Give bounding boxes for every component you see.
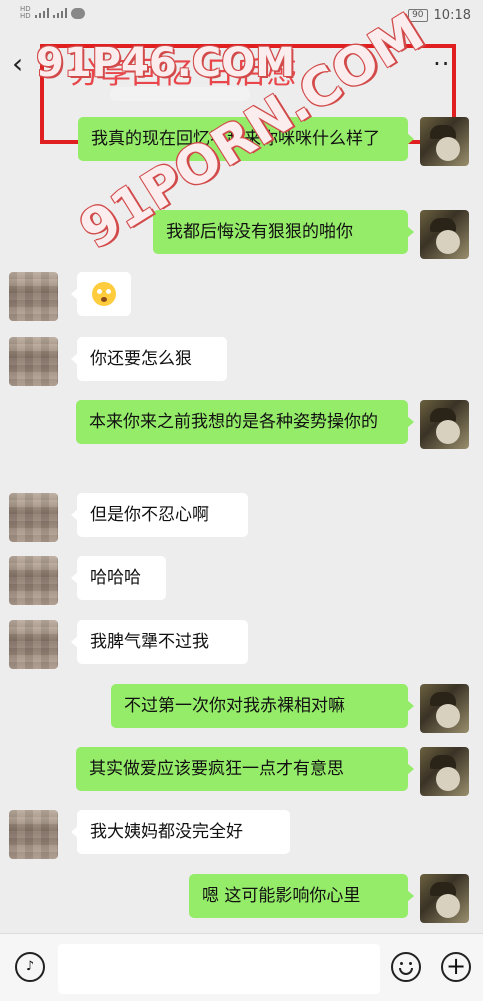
signal-1: HD HD xyxy=(20,6,31,20)
contact-avatar[interactable] xyxy=(9,620,58,669)
received-bubble[interactable]: 但是你不忍心啊 xyxy=(71,493,248,537)
status-right: 90 10:18 xyxy=(408,8,471,23)
received-bubble[interactable]: 我大姨妈都没完全好 xyxy=(71,810,290,854)
hd-badge-2: HD xyxy=(20,12,31,20)
sent-bubble[interactable]: 嗯 这可能影响你心里 xyxy=(189,874,414,918)
signal-bars-icon-2 xyxy=(52,8,67,18)
chevron-left-icon[interactable]: ‹ xyxy=(12,50,36,80)
notification-icon xyxy=(70,7,85,19)
received-bubble[interactable]: 哈哈哈 xyxy=(71,556,166,600)
battery-icon: 90 xyxy=(408,9,428,22)
received-bubble[interactable] xyxy=(71,272,131,316)
contact-avatar[interactable] xyxy=(9,337,58,386)
plus-icon[interactable]: + xyxy=(441,952,471,982)
contact-avatar[interactable] xyxy=(9,272,58,321)
flushed-face-icon xyxy=(92,282,116,306)
sent-bubble[interactable]: 不过第一次你对我赤裸相对嘛 xyxy=(111,684,414,728)
signal-bars-icon xyxy=(34,8,49,18)
my-avatar[interactable] xyxy=(420,210,469,259)
signal-group: HD HD xyxy=(20,6,85,20)
sent-bubble[interactable]: 本来你来之前我想的是各种姿势操你的 xyxy=(76,400,414,444)
voice-icon[interactable]: ♪ xyxy=(15,952,45,982)
my-avatar[interactable] xyxy=(420,747,469,796)
sent-bubble[interactable]: 我真的现在回忆不起来你咪咪什么样了 xyxy=(78,117,414,161)
received-bubble[interactable]: 我脾气犟不过我 xyxy=(71,620,248,664)
status-bar: HD HD 90 10:18 xyxy=(0,0,483,30)
chat-header: ‹ 分享回忆 日后感 ··· xyxy=(0,36,483,144)
clock: 10:18 xyxy=(433,8,471,23)
input-bar: ♪ + xyxy=(0,933,483,1001)
contact-avatar[interactable] xyxy=(9,493,58,542)
message-input[interactable] xyxy=(58,944,380,994)
contact-avatar[interactable] xyxy=(9,810,58,859)
contact-avatar[interactable] xyxy=(9,556,58,605)
sent-bubble[interactable]: 我都后悔没有狠狠的啪你 xyxy=(153,210,414,254)
my-avatar[interactable] xyxy=(420,684,469,733)
emoji-icon[interactable] xyxy=(391,952,421,982)
received-bubble[interactable]: 你还要怎么狠 xyxy=(71,337,227,381)
my-avatar[interactable] xyxy=(420,874,469,923)
my-avatar[interactable] xyxy=(420,400,469,449)
my-avatar[interactable] xyxy=(420,117,469,166)
sent-bubble[interactable]: 其实做爱应该要疯狂一点才有意思 xyxy=(76,747,414,791)
